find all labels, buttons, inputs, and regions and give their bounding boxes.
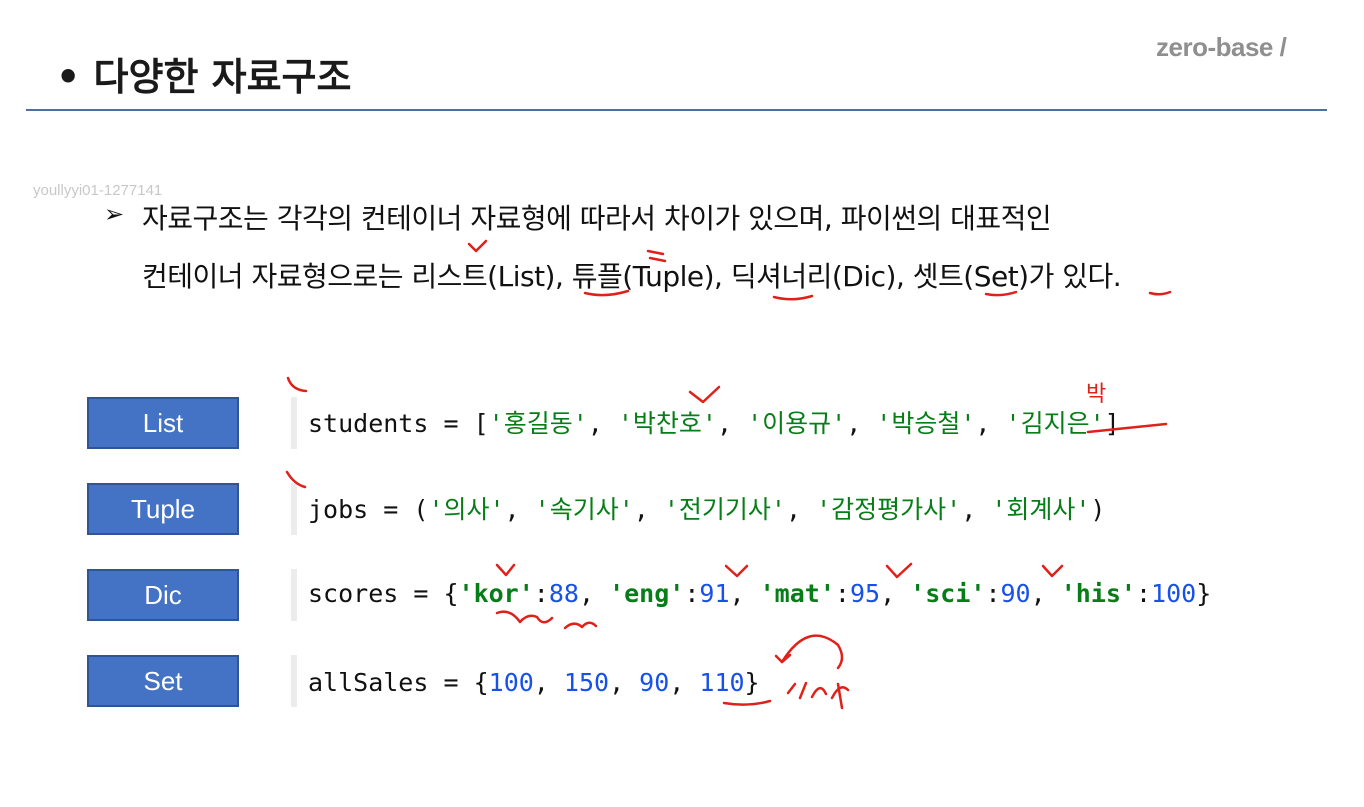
ink-check-mark	[1041, 564, 1064, 578]
code-op: = [	[428, 409, 489, 438]
code-sep: ,	[880, 579, 911, 608]
code-sep: ,	[975, 409, 1006, 438]
code-string: '전기기사'	[663, 495, 786, 524]
description-paragraph: 자료구조는 각각의 컨테이너 자료형에 따라서 차이가 있으며, 파이썬의 대표…	[142, 190, 1332, 306]
code-string: '박승철'	[876, 409, 976, 438]
code-op: = (	[368, 495, 429, 524]
ink-arrowhead	[774, 653, 792, 664]
code-sep: ,	[846, 409, 877, 438]
ink-scribble	[786, 681, 850, 710]
code-gutter	[291, 483, 297, 535]
dict-key: 'eng'	[609, 579, 685, 608]
code-string: '의사'	[428, 495, 505, 524]
code-sep: ,	[785, 495, 817, 524]
code-string: '김지은'	[1005, 409, 1105, 438]
code-dic: scores = {'kor':88, 'eng':91, 'mat':95, …	[308, 577, 1211, 611]
ink-check-mark	[495, 563, 516, 577]
brand-logo: zero-base /	[1156, 32, 1287, 62]
code-gutter	[291, 655, 297, 707]
code-colon: :	[1135, 579, 1152, 608]
paragraph-line-1: 자료구조는 각각의 컨테이너 자료형에 따라서 차이가 있으며, 파이썬의 대표…	[142, 202, 1052, 235]
dict-value: 100	[1151, 579, 1197, 608]
code-colon: :	[684, 579, 700, 608]
code-colon: :	[985, 579, 1001, 608]
code-gutter	[291, 569, 297, 621]
code-sep: ,	[578, 579, 610, 608]
ink-underline-110	[722, 699, 772, 706]
dict-value: 88	[548, 579, 579, 608]
dict-value: 91	[699, 579, 730, 608]
ink-correction-text: 박	[1086, 382, 1106, 407]
dict-value: 90	[1000, 579, 1031, 608]
ink-curve-arrow	[780, 634, 844, 670]
code-sep: ,	[609, 668, 640, 697]
dict-value: 95	[849, 579, 881, 608]
code-set: allSales = {100, 150, 90, 110}	[308, 666, 760, 700]
dict-key: 'his'	[1060, 579, 1136, 608]
code-var: jobs	[308, 495, 369, 524]
code-list: students = ['홍길동', '박찬호', '이용규', '박승철', …	[308, 407, 1120, 441]
ink-check-mark	[724, 564, 749, 578]
code-sep: ,	[961, 495, 992, 524]
code-sep: ,	[587, 409, 618, 438]
set-label: Set	[87, 655, 239, 707]
set-value: 110	[699, 668, 745, 697]
dict-key: 'sci'	[910, 579, 986, 608]
set-value: 90	[639, 668, 670, 697]
code-close: )	[1090, 495, 1106, 524]
list-label: List	[87, 397, 239, 449]
code-sep: ,	[533, 668, 564, 697]
tuple-label: Tuple	[87, 483, 239, 535]
code-string: '홍길동'	[488, 409, 588, 438]
slide-title: • 다양한 자료구조	[56, 55, 352, 99]
arrow-bullet-icon: ➢	[104, 200, 125, 228]
code-sep: ,	[1030, 579, 1061, 608]
code-string: '감정평가사'	[816, 495, 962, 524]
code-var: students	[308, 409, 429, 438]
code-close: }	[1196, 579, 1212, 608]
set-value: 100	[488, 668, 534, 697]
ink-check-mark	[885, 562, 913, 579]
dict-key: 'mat'	[759, 579, 835, 608]
code-string: '박찬호'	[617, 409, 717, 438]
code-close: }	[744, 668, 760, 697]
code-op: = {	[428, 668, 489, 697]
ink-squiggle	[495, 610, 554, 624]
code-op: = {	[398, 579, 459, 608]
code-sep: ,	[504, 495, 535, 524]
ink-tick-list	[286, 376, 308, 393]
code-sep: ,	[729, 579, 760, 608]
code-gutter	[291, 397, 297, 449]
code-var: allSales	[308, 668, 429, 697]
code-colon: :	[533, 579, 549, 608]
code-string: '이용규'	[747, 409, 847, 438]
code-sep: ,	[669, 668, 700, 697]
dict-key: 'kor'	[458, 579, 534, 608]
code-tuple: jobs = ('의사', '속기사', '전기기사', '감정평가사', '회…	[308, 493, 1105, 527]
code-sep: ,	[633, 495, 664, 524]
code-close: ]	[1104, 409, 1120, 438]
paragraph-line-2: 컨테이너 자료형으로는 리스트(List), 튜플(Tuple), 딕셔너리(D…	[142, 260, 1122, 293]
code-colon: :	[834, 579, 850, 608]
code-string: '회계사'	[991, 495, 1091, 524]
ink-squiggle	[563, 621, 598, 630]
ink-check-mark	[688, 385, 721, 404]
code-string: '속기사'	[534, 495, 634, 524]
set-value: 150	[563, 668, 610, 697]
dic-label: Dic	[87, 569, 239, 621]
title-divider	[26, 109, 1327, 111]
code-var: scores	[308, 579, 399, 608]
code-sep: ,	[716, 409, 748, 438]
